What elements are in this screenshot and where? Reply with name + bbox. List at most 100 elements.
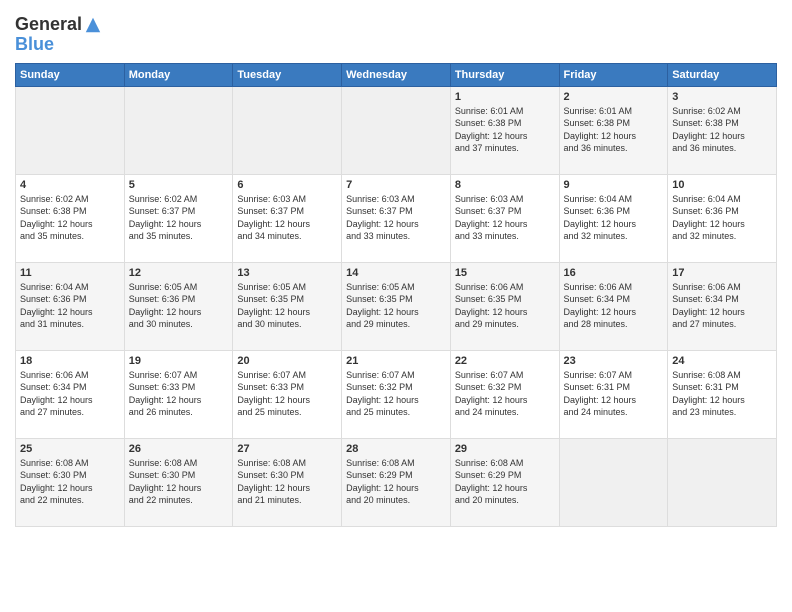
day-info: Sunrise: 6:03 AM Sunset: 6:37 PM Dayligh… <box>237 193 337 243</box>
day-number: 3 <box>672 91 772 103</box>
calendar-cell: 28 Sunrise: 6:08 AM Sunset: 6:29 PM Dayli… <box>342 438 451 526</box>
day-number: 19 <box>129 355 229 367</box>
day-info: Sunrise: 6:04 AM Sunset: 6:36 PM Dayligh… <box>20 281 120 331</box>
day-number: 28 <box>346 443 446 455</box>
calendar-cell: 8Sunrise: 6:03 AM Sunset: 6:37 PM Daylig… <box>450 174 559 262</box>
calendar-cell: 14Sunrise: 6:05 AM Sunset: 6:35 PM Dayli… <box>342 262 451 350</box>
day-number: 9 <box>564 179 664 191</box>
calendar-cell: 21 Sunrise: 6:07 AM Sunset: 6:32 PM Dayli… <box>342 350 451 438</box>
calendar-cell <box>233 86 342 174</box>
day-number: 6 <box>237 179 337 191</box>
page: General Blue Sunday Monday Tuesday <box>0 0 792 612</box>
calendar-cell: 7 Sunrise: 6:03 AM Sunset: 6:37 PM Daylig… <box>342 174 451 262</box>
calendar-cell: 24Sunrise: 6:08 AM Sunset: 6:31 PM Dayli… <box>668 350 777 438</box>
logo-text: General <box>15 15 82 35</box>
col-saturday: Saturday <box>668 63 777 86</box>
day-info: Sunrise: 6:01 AM Sunset: 6:38 PM Dayligh… <box>564 105 664 155</box>
day-info: Sunrise: 6:04 AM Sunset: 6:36 PM Dayligh… <box>564 193 664 243</box>
day-info: Sunrise: 6:07 AM Sunset: 6:32 PM Dayligh… <box>455 369 555 419</box>
week-row-3: 11 Sunrise: 6:04 AM Sunset: 6:36 PM Dayli… <box>16 262 777 350</box>
day-number: 14 <box>346 267 446 279</box>
day-number: 1 <box>455 91 555 103</box>
calendar-cell: 1Sunrise: 6:01 AM Sunset: 6:38 PM Daylig… <box>450 86 559 174</box>
day-number: 7 <box>346 179 446 191</box>
day-info: Sunrise: 6:04 AM Sunset: 6:36 PM Dayligh… <box>672 193 772 243</box>
day-number: 2 <box>564 91 664 103</box>
day-number: 16 <box>564 267 664 279</box>
day-number: 4 <box>20 179 120 191</box>
day-info: Sunrise: 6:07 AM Sunset: 6:31 PM Dayligh… <box>564 369 664 419</box>
day-number: 27 <box>237 443 337 455</box>
day-info: Sunrise: 6:07 AM Sunset: 6:33 PM Dayligh… <box>237 369 337 419</box>
week-row-2: 4Sunrise: 6:02 AM Sunset: 6:38 PM Daylig… <box>16 174 777 262</box>
day-number: 18 <box>20 355 120 367</box>
calendar-cell: 4Sunrise: 6:02 AM Sunset: 6:38 PM Daylig… <box>16 174 125 262</box>
day-number: 13 <box>237 267 337 279</box>
week-row-1: 1 Sunrise: 6:01 AM Sunset: 6:38 PM Daylig… <box>16 86 777 174</box>
day-info: Sunrise: 6:08 AM Sunset: 6:30 PM Dayligh… <box>129 457 229 507</box>
header: General Blue <box>15 15 777 55</box>
calendar-cell <box>668 438 777 526</box>
day-info: Sunrise: 6:03 AM Sunset: 6:37 PM Dayligh… <box>346 193 446 243</box>
calendar-cell: 2 Sunrise: 6:01 AM Sunset: 6:38 PM Daylig… <box>559 86 668 174</box>
day-number: 12 <box>129 267 229 279</box>
calendar-cell: 10 Sunrise: 6:04 AM Sunset: 6:36 PM Dayli… <box>668 174 777 262</box>
day-info: Sunrise: 6:08 AM Sunset: 6:29 PM Dayligh… <box>346 457 446 507</box>
day-info: Sunrise: 6:06 AM Sunset: 6:34 PM Dayligh… <box>672 281 772 331</box>
day-number: 26 <box>129 443 229 455</box>
calendar-cell: 15Sunrise: 6:06 AM Sunset: 6:35 PM Dayli… <box>450 262 559 350</box>
day-info: Sunrise: 6:06 AM Sunset: 6:35 PM Dayligh… <box>455 281 555 331</box>
calendar-cell <box>16 86 125 174</box>
day-number: 20 <box>237 355 337 367</box>
calendar-cell: 5 Sunrise: 6:02 AM Sunset: 6:37 PM Daylig… <box>124 174 233 262</box>
calendar-cell: 9 Sunrise: 6:04 AM Sunset: 6:36 PM Daylig… <box>559 174 668 262</box>
day-number: 11 <box>20 267 120 279</box>
col-sunday: Sunday <box>16 63 125 86</box>
calendar-cell: 29 Sunrise: 6:08 AM Sunset: 6:29 PM Dayli… <box>450 438 559 526</box>
calendar-header: Sunday Monday Tuesday Wednesday Thursday… <box>16 63 777 86</box>
calendar-body: 1 Sunrise: 6:01 AM Sunset: 6:38 PM Daylig… <box>16 86 777 526</box>
calendar-cell: 12 Sunrise: 6:05 AM Sunset: 6:36 PM Dayli… <box>124 262 233 350</box>
day-info: Sunrise: 6:07 AM Sunset: 6:33 PM Dayligh… <box>129 369 229 419</box>
calendar-cell: 25 Sunrise: 6:08 AM Sunset: 6:30 PM Dayli… <box>16 438 125 526</box>
day-number: 24 <box>672 355 772 367</box>
day-info: Sunrise: 6:03 AM Sunset: 6:37 PM Dayligh… <box>455 193 555 243</box>
day-number: 25 <box>20 443 120 455</box>
calendar-cell: 11 Sunrise: 6:04 AM Sunset: 6:36 PM Dayli… <box>16 262 125 350</box>
day-info: Sunrise: 6:05 AM Sunset: 6:36 PM Dayligh… <box>129 281 229 331</box>
logo-icon <box>84 16 102 34</box>
week-row-5: 25 Sunrise: 6:08 AM Sunset: 6:30 PM Dayli… <box>16 438 777 526</box>
calendar-cell <box>124 86 233 174</box>
calendar-cell: 23 Sunrise: 6:07 AM Sunset: 6:31 PM Dayli… <box>559 350 668 438</box>
week-row-4: 18Sunrise: 6:06 AM Sunset: 6:34 PM Dayli… <box>16 350 777 438</box>
day-info: Sunrise: 6:02 AM Sunset: 6:37 PM Dayligh… <box>129 193 229 243</box>
col-wednesday: Wednesday <box>342 63 451 86</box>
day-number: 23 <box>564 355 664 367</box>
calendar-cell: 16 Sunrise: 6:06 AM Sunset: 6:34 PM Dayli… <box>559 262 668 350</box>
header-row: Sunday Monday Tuesday Wednesday Thursday… <box>16 63 777 86</box>
calendar-cell: 22 Sunrise: 6:07 AM Sunset: 6:32 PM Dayli… <box>450 350 559 438</box>
calendar-cell: 3 Sunrise: 6:02 AM Sunset: 6:38 PM Daylig… <box>668 86 777 174</box>
calendar-cell: 6 Sunrise: 6:03 AM Sunset: 6:37 PM Daylig… <box>233 174 342 262</box>
day-info: Sunrise: 6:05 AM Sunset: 6:35 PM Dayligh… <box>237 281 337 331</box>
logo: General Blue <box>15 15 102 55</box>
day-info: Sunrise: 6:08 AM Sunset: 6:30 PM Dayligh… <box>237 457 337 507</box>
day-info: Sunrise: 6:08 AM Sunset: 6:29 PM Dayligh… <box>455 457 555 507</box>
day-number: 5 <box>129 179 229 191</box>
calendar-cell: 19 Sunrise: 6:07 AM Sunset: 6:33 PM Dayli… <box>124 350 233 438</box>
logo-text-blue: Blue <box>15 35 102 55</box>
day-number: 10 <box>672 179 772 191</box>
day-info: Sunrise: 6:02 AM Sunset: 6:38 PM Dayligh… <box>672 105 772 155</box>
day-info: Sunrise: 6:07 AM Sunset: 6:32 PM Dayligh… <box>346 369 446 419</box>
calendar-cell: 13 Sunrise: 6:05 AM Sunset: 6:35 PM Dayli… <box>233 262 342 350</box>
day-info: Sunrise: 6:06 AM Sunset: 6:34 PM Dayligh… <box>564 281 664 331</box>
calendar-cell <box>342 86 451 174</box>
day-number: 22 <box>455 355 555 367</box>
day-number: 17 <box>672 267 772 279</box>
col-monday: Monday <box>124 63 233 86</box>
col-friday: Friday <box>559 63 668 86</box>
day-number: 29 <box>455 443 555 455</box>
day-number: 21 <box>346 355 446 367</box>
day-info: Sunrise: 6:08 AM Sunset: 6:30 PM Dayligh… <box>20 457 120 507</box>
col-tuesday: Tuesday <box>233 63 342 86</box>
